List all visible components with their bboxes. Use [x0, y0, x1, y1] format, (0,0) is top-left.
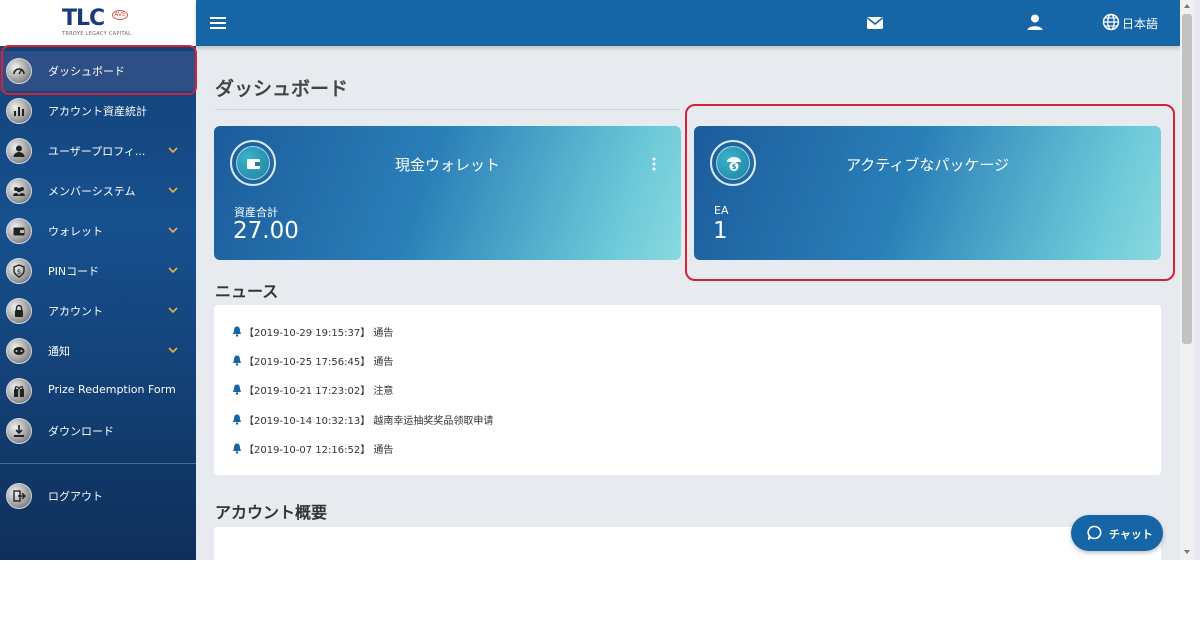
- news-item-text: 【2019-10-21 17:23:02】 注意: [244, 386, 394, 397]
- sidebar-item-pin-code[interactable]: $ PINコード: [0, 251, 196, 291]
- logo-area: TLC AVE TRROYE LEGACY CAPITAL: [0, 0, 196, 46]
- sidebar-item-account-stats[interactable]: アカウント資産統計: [0, 91, 196, 131]
- sidebar-item-label: メンバーシステム: [48, 185, 136, 198]
- sidebar-item-member-system[interactable]: メンバーシステム: [0, 171, 196, 211]
- dashboard-icon: [6, 58, 32, 84]
- wallet-icon: [6, 218, 32, 244]
- scroll-down-arrow-icon[interactable]: [1183, 548, 1191, 556]
- scrollbar-thumb[interactable]: [1182, 14, 1192, 344]
- pin-icon: $: [6, 258, 32, 284]
- language-label: 日本語: [1122, 17, 1159, 31]
- news-item-text: 【2019-10-14 10:32:13】 越南幸运抽奖奖品领取申请: [244, 416, 494, 427]
- news-section-title: ニュース: [215, 282, 279, 301]
- bar-chart-icon: [6, 98, 32, 124]
- package-card-sublabel: EA: [714, 204, 729, 217]
- news-item-text: 【2019-10-29 19:15:37】 通告: [244, 328, 394, 339]
- sidebar-item-label: アカウント資産統計: [48, 105, 147, 118]
- chevron-down-icon[interactable]: [166, 343, 180, 357]
- lock-icon: [6, 298, 32, 324]
- brand-logo[interactable]: TLC AVE TRROYE LEGACY CAPITAL: [62, 6, 132, 40]
- chevron-down-icon[interactable]: [166, 143, 180, 157]
- globe-icon: [1102, 13, 1120, 31]
- account-summary-panel: [214, 527, 1161, 560]
- gift-icon: [6, 378, 32, 404]
- chevron-down-icon[interactable]: [166, 223, 180, 237]
- members-icon: [6, 178, 32, 204]
- sidebar: TLC AVE TRROYE LEGACY CAPITAL ダッシュボード アカ…: [0, 0, 197, 560]
- sidebar-item-user-profile[interactable]: ユーザープロフィ...: [0, 131, 196, 171]
- package-card-title: アクティブなパッケージ: [845, 156, 1010, 174]
- sidebar-item-label: ダウンロード: [48, 425, 114, 438]
- sidebar-item-label: PINコード: [48, 265, 100, 278]
- hamburger-menu-icon[interactable]: [208, 13, 228, 33]
- active-package-card[interactable]: $ アクティブなパッケージ EA 1: [694, 126, 1161, 260]
- sidebar-divider: [0, 463, 196, 464]
- svg-text:$: $: [17, 268, 21, 276]
- user-icon: [6, 138, 32, 164]
- chevron-down-icon[interactable]: [166, 183, 180, 197]
- wallet-card-title: 現金ウォレット: [394, 156, 500, 174]
- notification-icon: [6, 338, 32, 364]
- sidebar-item-label: ウォレット: [48, 225, 103, 238]
- logout-button[interactable]: ログアウト: [0, 476, 196, 516]
- sidebar-item-label: ユーザープロフィ...: [48, 145, 146, 158]
- cash-wallet-card[interactable]: 現金ウォレット 資産合計 27.00: [214, 126, 681, 260]
- sidebar-item-label: 通知: [48, 345, 70, 358]
- app-viewport: TLC AVE TRROYE LEGACY CAPITAL ダッシュボード アカ…: [0, 0, 1200, 560]
- sidebar-item-label: アカウント: [48, 305, 103, 318]
- chat-bubble-icon: [1087, 525, 1102, 541]
- sidebar-item-label: Prize Redemption Form: [48, 383, 176, 396]
- top-header: 日本語: [196, 0, 1180, 46]
- chevron-down-icon[interactable]: [166, 263, 180, 277]
- sidebar-item-label: ダッシュボード: [48, 65, 125, 78]
- package-card-value: 1: [713, 218, 728, 244]
- sidebar-item-dashboard[interactable]: ダッシュボード: [0, 51, 196, 91]
- chat-button[interactable]: チャット: [1071, 515, 1163, 551]
- sidebar-item-wallet[interactable]: ウォレット: [0, 211, 196, 251]
- logo-subtitle: TRROYE LEGACY CAPITAL: [62, 31, 132, 37]
- logo-badge: AVE: [112, 10, 128, 20]
- logout-label: ログアウト: [48, 490, 103, 503]
- chat-button-label: チャット: [1109, 528, 1153, 541]
- news-panel: 【2019-10-29 19:15:37】 通告 【2019-10-25 17:…: [214, 305, 1161, 475]
- bell-icon: [233, 384, 241, 395]
- chevron-down-icon[interactable]: [166, 303, 180, 317]
- mail-icon[interactable]: [864, 12, 886, 34]
- bell-icon: [233, 443, 241, 454]
- download-icon: [6, 418, 32, 444]
- news-item-text: 【2019-10-25 17:56:45】 通告: [244, 357, 394, 368]
- sidebar-item-prize-redemption[interactable]: Prize Redemption Form: [0, 371, 196, 411]
- bell-icon: [233, 414, 241, 425]
- bell-icon: [233, 355, 241, 366]
- sidebar-item-download[interactable]: ダウンロード: [0, 411, 196, 451]
- page-title: ダッシュボード: [215, 78, 349, 100]
- wallet-card-value: 27.00: [233, 218, 299, 244]
- page-scrollbar[interactable]: [1180, 0, 1194, 560]
- sidebar-item-notification[interactable]: 通知: [0, 331, 196, 371]
- title-divider: [215, 109, 680, 110]
- bell-icon: [233, 326, 241, 337]
- account-summary-title: アカウント概要: [215, 503, 328, 522]
- logo-text: TLC: [62, 6, 105, 31]
- news-item-text: 【2019-10-07 12:16:52】 通告: [244, 445, 394, 456]
- scroll-up-arrow-icon[interactable]: [1183, 2, 1191, 10]
- more-options-icon[interactable]: [650, 157, 658, 171]
- sidebar-item-account[interactable]: アカウント: [0, 291, 196, 331]
- logout-icon: [6, 483, 32, 509]
- user-account-icon[interactable]: [1024, 11, 1046, 33]
